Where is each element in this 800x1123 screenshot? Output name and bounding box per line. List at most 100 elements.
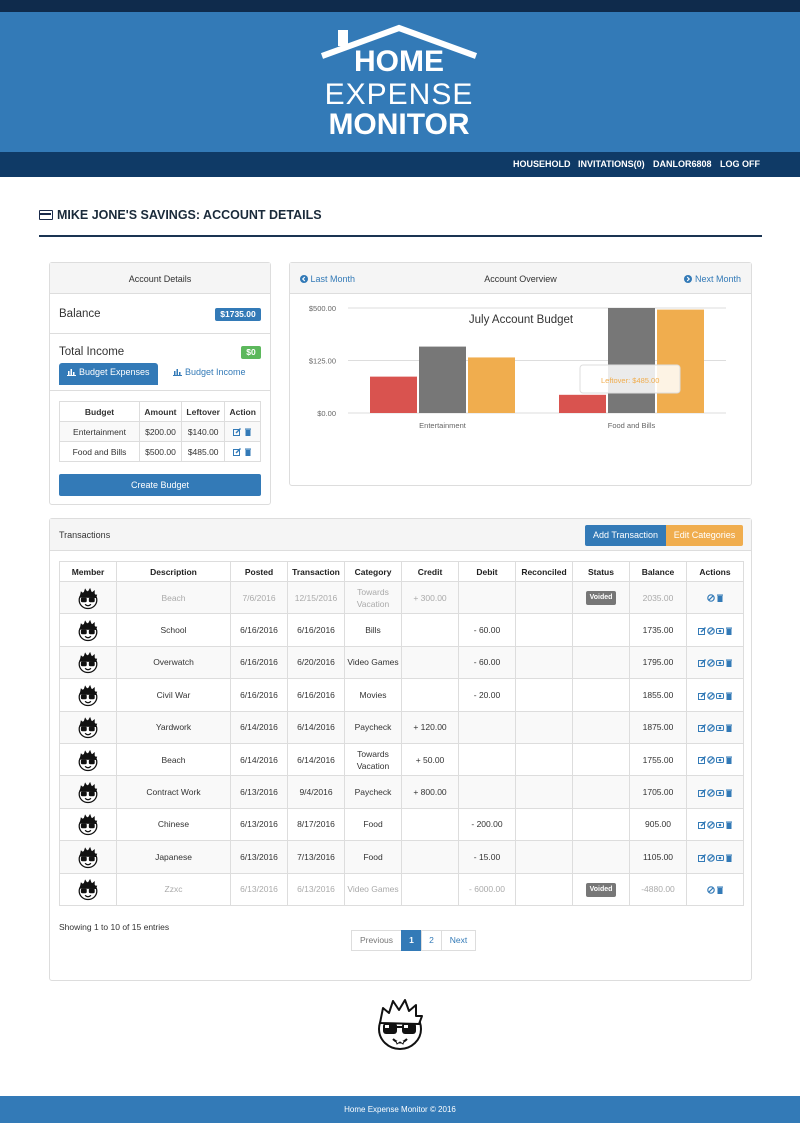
cell-transaction: 6/16/2016	[287, 613, 345, 647]
bar-food-and-bills-2[interactable]	[657, 309, 704, 413]
tab-budget-expenses[interactable]: Budget Expenses	[59, 363, 158, 385]
edit-icon[interactable]	[697, 853, 706, 862]
trash-icon[interactable]	[725, 756, 733, 765]
account-overview-heading: Account Overview Last Month Next Month	[290, 263, 751, 294]
cell-status	[572, 742, 630, 777]
tx-col-debit[interactable]: Debit	[458, 561, 516, 582]
page-next[interactable]: Next	[441, 930, 476, 951]
budget-actions	[224, 441, 261, 462]
reconcile-icon[interactable]	[715, 789, 724, 797]
cell-status	[572, 775, 630, 809]
void-icon[interactable]	[706, 788, 715, 797]
void-icon[interactable]	[706, 756, 715, 765]
cell-credit	[401, 613, 459, 647]
trash-icon[interactable]	[725, 692, 733, 700]
cell-debit: - 200.00	[458, 807, 516, 842]
tx-col-posted[interactable]: Posted	[230, 561, 288, 582]
trash-icon[interactable]	[244, 448, 252, 457]
cell-actions	[686, 645, 744, 680]
trash-icon[interactable]	[725, 789, 733, 797]
budget-actions	[224, 421, 261, 442]
void-icon[interactable]	[706, 724, 715, 732]
tx-col-status[interactable]: Status	[572, 561, 630, 582]
cell-category: Movies	[344, 678, 402, 712]
nav-invitations[interactable]: INVITATIONS(0)	[578, 159, 645, 169]
edit-categories-button[interactable]: Edit Categories	[666, 525, 743, 546]
cell-reconciled	[515, 710, 573, 744]
tx-col-member[interactable]: Member	[59, 561, 117, 582]
reconcile-icon[interactable]	[715, 756, 724, 764]
nav-logoff[interactable]: LOG OFF	[720, 159, 760, 169]
bar-food-and-bills-1[interactable]	[608, 308, 655, 413]
cell-credit: + 50.00	[401, 742, 459, 777]
add-transaction-button[interactable]: Add Transaction	[585, 525, 666, 546]
reconcile-icon[interactable]	[715, 724, 724, 732]
edit-icon[interactable]	[697, 626, 706, 635]
trash-icon[interactable]	[244, 428, 252, 437]
edit-icon[interactable]	[233, 448, 242, 457]
tx-col-credit[interactable]: Credit	[401, 561, 459, 582]
void-icon[interactable]	[706, 627, 715, 635]
bar-entertainment-2[interactable]	[468, 357, 515, 413]
reconcile-icon[interactable]	[715, 854, 724, 862]
cell-category: Bills	[344, 613, 402, 647]
trash-icon[interactable]	[725, 724, 733, 732]
bar-food-and-bills-0[interactable]	[559, 394, 606, 413]
edit-icon[interactable]	[233, 428, 242, 437]
cell-posted: 6/14/2016	[230, 742, 288, 777]
balance-label: Balance	[59, 308, 101, 320]
tx-col-balance[interactable]: Balance	[629, 561, 687, 582]
footer-copyright: Home Expense Monitor © 2016	[344, 1105, 456, 1114]
void-icon[interactable]	[706, 594, 715, 603]
budget-amount: $200.00	[139, 421, 182, 442]
reconcile-icon[interactable]	[715, 692, 724, 700]
void-icon[interactable]	[706, 691, 715, 700]
bar-entertainment-1[interactable]	[419, 346, 466, 413]
void-icon[interactable]	[706, 821, 715, 829]
page-previous[interactable]: Previous	[351, 930, 402, 951]
page-1[interactable]: 1	[401, 930, 422, 951]
cell-transaction: 12/15/2016	[287, 580, 345, 615]
tx-col-transaction[interactable]: Transaction	[287, 561, 345, 582]
edit-icon[interactable]	[697, 691, 706, 700]
reconcile-icon[interactable]	[715, 627, 724, 635]
budget-name: Food and Bills	[59, 441, 140, 462]
void-icon[interactable]	[706, 659, 715, 668]
edit-icon[interactable]	[697, 756, 706, 765]
nav-user[interactable]: DANLOR6808	[653, 159, 712, 169]
bar-entertainment-0[interactable]	[370, 376, 417, 413]
last-month-link[interactable]: Last Month	[300, 274, 355, 284]
tab-budget-income[interactable]: Budget Income	[162, 363, 257, 383]
edit-icon[interactable]	[697, 659, 706, 668]
create-budget-button[interactable]: Create Budget	[59, 474, 261, 496]
cell-credit	[401, 645, 459, 680]
cell-credit: + 300.00	[401, 580, 459, 615]
edit-icon[interactable]	[697, 788, 706, 797]
reconcile-icon[interactable]	[715, 659, 724, 667]
cell-posted: 7/6/2016	[230, 580, 288, 615]
void-icon[interactable]	[706, 886, 715, 894]
reconcile-icon[interactable]	[715, 821, 724, 829]
edit-icon[interactable]	[697, 821, 706, 830]
page-title: MIKE JONE'S SAVINGS: ACCOUNT DETAILS	[57, 208, 322, 222]
void-icon[interactable]	[706, 853, 715, 862]
page-2[interactable]: 2	[421, 930, 442, 951]
trash-icon[interactable]	[716, 886, 724, 894]
trash-icon[interactable]	[725, 854, 733, 862]
trash-icon[interactable]	[716, 594, 724, 603]
budget-col-leftover: Leftover	[180, 401, 226, 422]
cell-reconciled	[515, 840, 573, 874]
next-month-link[interactable]: Next Month	[684, 274, 741, 284]
tx-col-actions[interactable]: Actions	[686, 561, 744, 582]
trash-icon[interactable]	[725, 821, 733, 830]
tx-col-reconciled[interactable]: Reconciled	[515, 561, 573, 582]
account-details-heading: Account Details	[50, 263, 270, 294]
app-logo[interactable]: HOME EXPENSE MONITOR	[316, 22, 482, 140]
trash-icon[interactable]	[725, 659, 733, 668]
top-strip	[0, 0, 800, 12]
tx-col-category[interactable]: Category	[344, 561, 402, 582]
tx-col-description[interactable]: Description	[116, 561, 231, 582]
edit-icon[interactable]	[697, 724, 706, 732]
trash-icon[interactable]	[725, 627, 733, 635]
nav-household[interactable]: HOUSEHOLD	[513, 159, 571, 169]
